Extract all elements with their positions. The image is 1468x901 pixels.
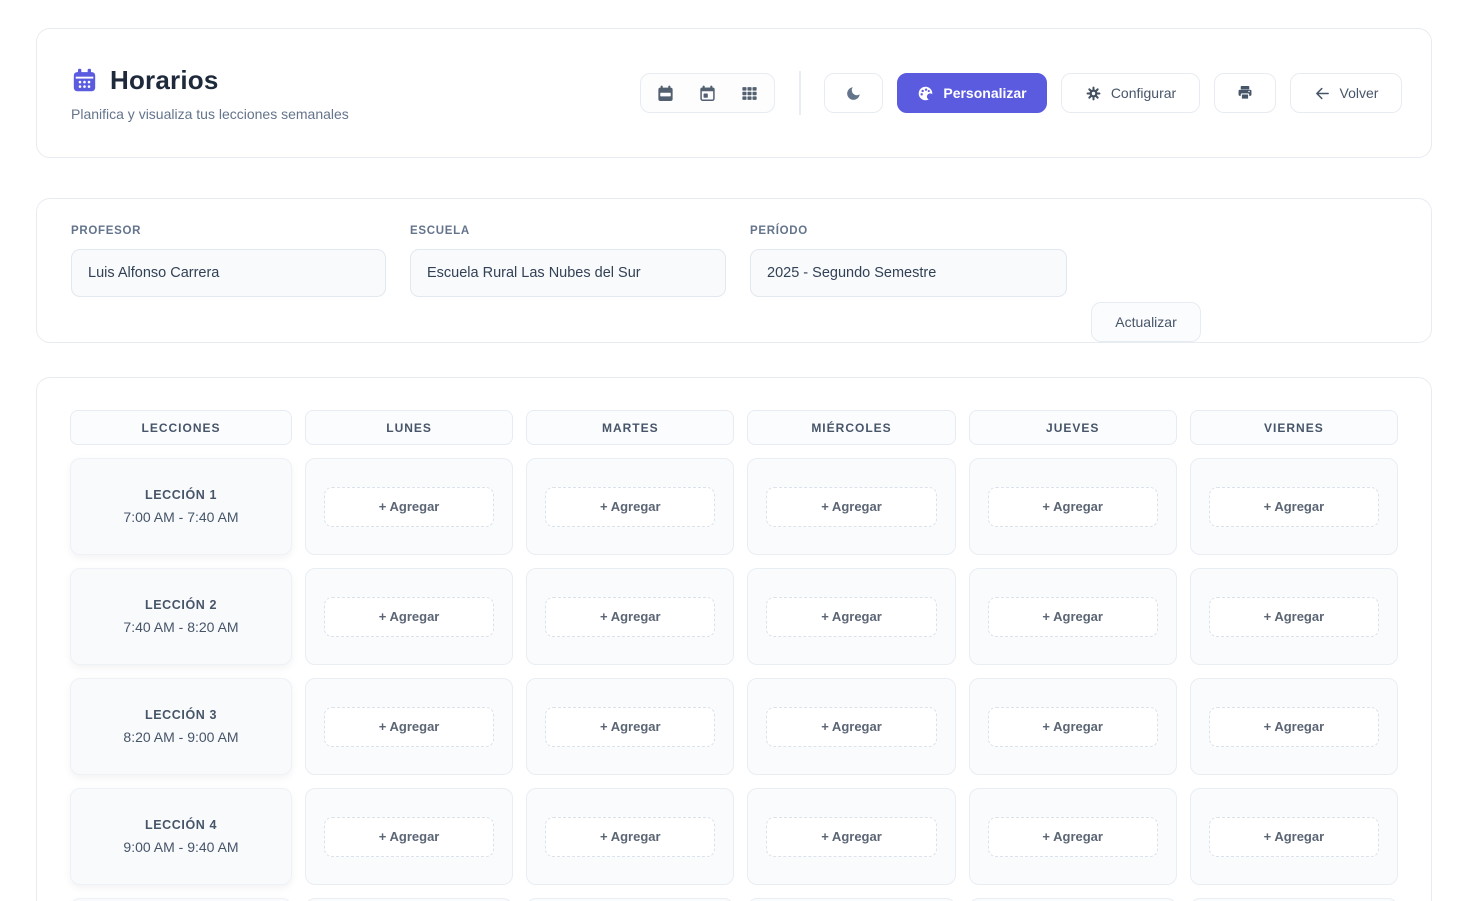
configure-label: Configurar <box>1111 85 1176 101</box>
lesson-cell: LECCIÓN 4 9:00 AM - 9:40 AM <box>70 788 292 885</box>
day-cell: + Agregar <box>747 678 955 775</box>
field-periodo: PERÍODO <box>750 225 1067 297</box>
arrow-left-icon <box>1314 85 1331 102</box>
lesson-cell: LECCIÓN 3 8:20 AM - 9:00 AM <box>70 678 292 775</box>
title-block: Horarios Planifica y visualiza tus lecci… <box>71 65 349 122</box>
column-header-day: JUEVES <box>969 410 1177 445</box>
add-button[interactable]: + Agregar <box>545 817 715 857</box>
add-button[interactable]: + Agregar <box>324 597 494 637</box>
back-button[interactable]: Volver <box>1290 73 1402 113</box>
add-button[interactable]: + Agregar <box>1209 707 1379 747</box>
calendar-day-icon[interactable] <box>698 84 717 103</box>
add-button[interactable]: + Agregar <box>766 817 936 857</box>
profesor-label: PROFESOR <box>71 225 386 237</box>
add-button[interactable]: + Agregar <box>545 597 715 637</box>
lesson-time: 7:00 AM - 7:40 AM <box>123 509 238 525</box>
lesson-cell: LECCIÓN 1 7:00 AM - 7:40 AM <box>70 458 292 555</box>
add-button[interactable]: + Agregar <box>988 487 1158 527</box>
add-button[interactable]: + Agregar <box>988 707 1158 747</box>
lesson-time: 8:20 AM - 9:00 AM <box>123 729 238 745</box>
day-cell: + Agregar <box>1190 788 1398 885</box>
horarios-page: Horarios Planifica y visualiza tus lecci… <box>0 28 1468 901</box>
add-button[interactable]: + Agregar <box>545 487 715 527</box>
column-header-day: LUNES <box>305 410 513 445</box>
periodo-input[interactable] <box>750 249 1067 297</box>
filters-card: PROFESOR ESCUELA PERÍODO Actualizar <box>36 198 1432 343</box>
day-cell: + Agregar <box>747 788 955 885</box>
day-cell: + Agregar <box>526 788 734 885</box>
lesson-name: LECCIÓN 2 <box>145 598 217 612</box>
day-cell: + Agregar <box>969 568 1177 665</box>
moon-icon <box>845 85 862 102</box>
add-button[interactable]: + Agregar <box>324 487 494 527</box>
day-cell: + Agregar <box>1190 568 1398 665</box>
column-header-day: VIERNES <box>1190 410 1398 445</box>
day-cell: + Agregar <box>305 568 513 665</box>
column-header-day: MARTES <box>526 410 734 445</box>
day-cell: + Agregar <box>969 678 1177 775</box>
lesson-name: LECCIÓN 3 <box>145 708 217 722</box>
grid-view-icon[interactable] <box>740 84 759 103</box>
schedule-card: LECCIONES LUNES MARTES MIÉRCOLES JUEVES VIERN… <box>36 377 1432 901</box>
page-subtitle: Planifica y visualiza tus lecciones sema… <box>71 106 349 122</box>
field-escuela: ESCUELA <box>410 225 726 297</box>
profesor-input[interactable] <box>71 249 386 297</box>
add-button[interactable]: + Agregar <box>1209 817 1379 857</box>
lesson-name: LECCIÓN 4 <box>145 818 217 832</box>
schedule-grid: LECCIONES LUNES MARTES MIÉRCOLES JUEVES VIERN… <box>70 410 1398 901</box>
field-profesor: PROFESOR <box>71 225 386 297</box>
column-header-day: MIÉRCOLES <box>747 410 955 445</box>
day-cell: + Agregar <box>305 788 513 885</box>
lesson-time: 9:00 AM - 9:40 AM <box>123 839 238 855</box>
toolbar: Personalizar Configurar <box>640 71 1402 115</box>
add-button[interactable]: + Agregar <box>1209 487 1379 527</box>
update-button[interactable]: Actualizar <box>1091 302 1201 342</box>
print-button[interactable] <box>1214 73 1276 113</box>
calendar-week-icon[interactable] <box>656 84 675 103</box>
add-button[interactable]: + Agregar <box>545 707 715 747</box>
personalize-button[interactable]: Personalizar <box>897 73 1047 113</box>
add-button[interactable]: + Agregar <box>766 707 936 747</box>
day-cell: + Agregar <box>526 458 734 555</box>
add-button[interactable]: + Agregar <box>766 487 936 527</box>
day-cell: + Agregar <box>747 458 955 555</box>
add-button[interactable]: + Agregar <box>1209 597 1379 637</box>
add-button[interactable]: + Agregar <box>988 817 1158 857</box>
header-card: Horarios Planifica y visualiza tus lecci… <box>36 28 1432 158</box>
column-header-lecciones: LECCIONES <box>70 410 292 445</box>
dark-mode-button[interactable] <box>824 73 883 113</box>
add-button[interactable]: + Agregar <box>324 817 494 857</box>
day-cell: + Agregar <box>747 568 955 665</box>
palette-icon <box>917 85 934 102</box>
lesson-name: LECCIÓN 1 <box>145 488 217 502</box>
day-cell: + Agregar <box>969 788 1177 885</box>
lesson-cell: LECCIÓN 2 7:40 AM - 8:20 AM <box>70 568 292 665</box>
gear-icon <box>1085 85 1102 102</box>
escuela-input[interactable] <box>410 249 726 297</box>
add-button[interactable]: + Agregar <box>988 597 1158 637</box>
day-cell: + Agregar <box>1190 678 1398 775</box>
day-cell: + Agregar <box>305 678 513 775</box>
periodo-label: PERÍODO <box>750 225 1067 237</box>
calendar-icon <box>71 67 98 94</box>
back-label: Volver <box>1340 85 1379 101</box>
add-button[interactable]: + Agregar <box>324 707 494 747</box>
escuela-label: ESCUELA <box>410 225 726 237</box>
day-cell: + Agregar <box>526 568 734 665</box>
configure-button[interactable]: Configurar <box>1061 73 1200 113</box>
day-cell: + Agregar <box>305 458 513 555</box>
add-button[interactable]: + Agregar <box>766 597 936 637</box>
printer-icon <box>1236 84 1254 102</box>
toolbar-divider <box>799 71 801 115</box>
personalize-label: Personalizar <box>943 85 1026 101</box>
lesson-time: 7:40 AM - 8:20 AM <box>123 619 238 635</box>
day-cell: + Agregar <box>969 458 1177 555</box>
day-cell: + Agregar <box>1190 458 1398 555</box>
day-cell: + Agregar <box>526 678 734 775</box>
view-switcher <box>640 73 775 113</box>
page-title: Horarios <box>110 65 219 96</box>
